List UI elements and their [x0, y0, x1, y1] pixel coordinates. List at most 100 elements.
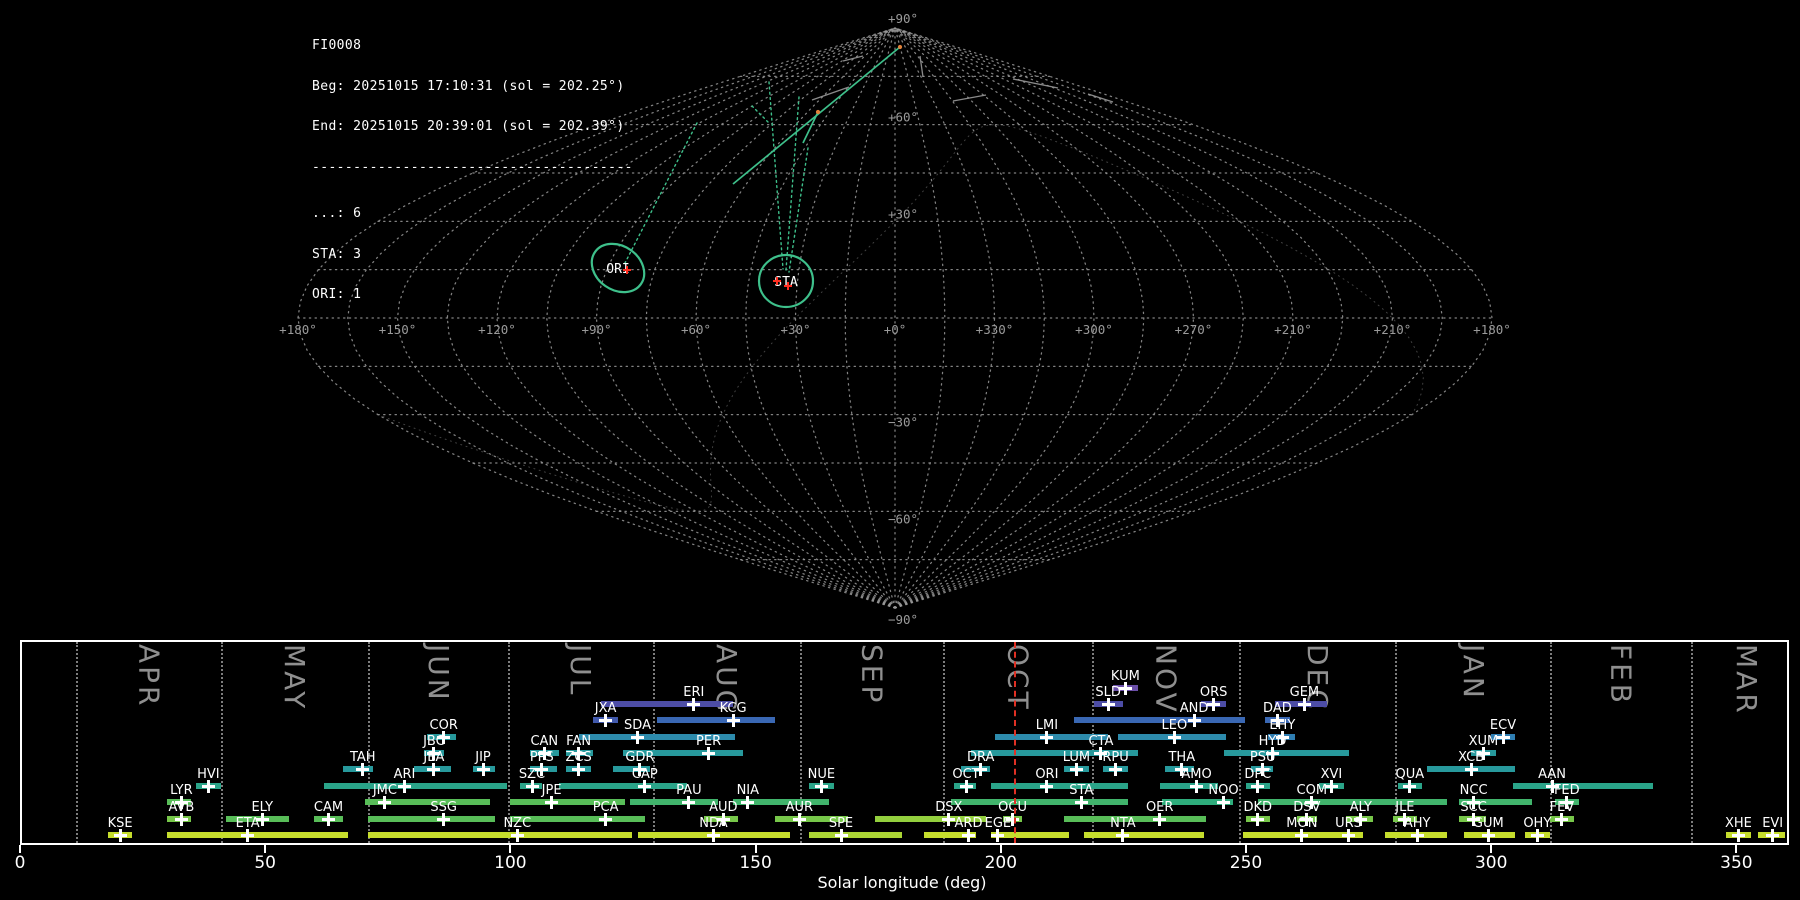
shower-meteor-track	[786, 97, 799, 270]
shower-label-NTA: NTA	[1088, 816, 1158, 831]
shower-label-AAN: AAN	[1517, 767, 1587, 782]
shower-bar-SPE	[809, 832, 902, 838]
shower-label-AVB: AVB	[146, 800, 216, 815]
shower-label-NIA: NIA	[713, 783, 783, 798]
shower-label-XCB: XCB	[1436, 750, 1506, 765]
shower-label-FAN: FAN	[544, 734, 614, 749]
shower-label-TAH: TAH	[328, 750, 398, 765]
shower-label-OER: OER	[1125, 800, 1195, 815]
month-label-MAY: MAY	[278, 644, 311, 711]
axis-tick-label-250: 250	[1216, 853, 1276, 873]
axis-tick-label-50: 50	[235, 853, 295, 873]
month-label-OCT: OCT	[1002, 644, 1035, 712]
shower-label-DPC: DPC	[1223, 767, 1293, 782]
month-separator-APR	[76, 642, 78, 843]
map-latitude-label: +30°	[888, 206, 918, 221]
axis-tick-300	[1490, 845, 1492, 853]
month-label-JAN: JAN	[1457, 644, 1490, 701]
info-station-id: FI0008	[312, 39, 633, 53]
shower-label-KUM: KUM	[1090, 669, 1160, 684]
axis-tick-label-200: 200	[971, 853, 1031, 873]
month-label-JUL: JUL	[564, 644, 597, 697]
info-ori-count: ORI: 1	[312, 288, 633, 302]
shower-label-RPU: RPU	[1081, 750, 1151, 765]
map-longitude-label: +60°	[681, 322, 711, 337]
shower-label-COR: COR	[409, 718, 479, 733]
shower-label-DRA: DRA	[946, 750, 1016, 765]
map-latitude-label: +60°	[888, 110, 918, 125]
sporadic-meteor-track	[920, 56, 923, 77]
shower-label-SSG: SSG	[409, 800, 479, 815]
map-longitude-label: +270°	[1175, 322, 1213, 337]
shower-label-AND: AND	[1159, 701, 1229, 716]
shower-label-SLD: SLD	[1073, 685, 1143, 700]
month-separator-AUG	[653, 642, 655, 843]
month-separator-MAY	[221, 642, 223, 843]
app-root: +90°+60°+30°−30°−60°−90°+180°+150°+120°+…	[0, 0, 1800, 900]
axis-tick-100	[509, 845, 511, 853]
axis-tick-250	[1245, 845, 1247, 853]
month-label-MAR: MAR	[1730, 644, 1763, 716]
shower-bar-ETA	[167, 832, 348, 838]
shower-label-EHY: EHY	[1247, 718, 1317, 733]
shower-label-KSE: KSE	[85, 816, 155, 831]
map-latitude-label: −60°	[888, 511, 918, 526]
shower-label-NOO: NOO	[1189, 783, 1259, 798]
map-longitude-label: +180°	[1473, 322, 1511, 337]
axis-tick-label-0: 0	[0, 853, 50, 873]
map-latitude-label: −30°	[888, 415, 918, 430]
info-separator: ---------------------------------------	[312, 161, 633, 175]
shower-bar-NZC	[368, 832, 633, 838]
shower-label-AMO: AMO	[1162, 767, 1232, 782]
meteor-begin-point	[898, 45, 902, 49]
month-separator-MAR	[1691, 642, 1693, 843]
month-label-SEP: SEP	[855, 644, 888, 705]
shower-label-ECV: ECV	[1468, 718, 1538, 733]
shower-label-URS: URS	[1314, 816, 1384, 831]
sporadic-meteor-track	[953, 95, 986, 101]
shower-label-JBC: JBC	[399, 734, 469, 749]
map-latitude-label: −90°	[888, 612, 918, 627]
shower-label-ELY: ELY	[227, 800, 297, 815]
shower-label-SCC: SCC	[1439, 800, 1509, 815]
shower-label-LYR: LYR	[146, 783, 216, 798]
axis-tick-label-100: 100	[480, 853, 540, 873]
axis-tick-label-350: 350	[1706, 853, 1766, 873]
shower-label-JMC: JMC	[350, 783, 420, 798]
shower-bar-NTA	[1084, 832, 1204, 838]
info-sporadic-count: ...: 6	[312, 207, 633, 221]
sporadic-meteor-track	[1088, 94, 1113, 102]
shower-label-HYD: HYD	[1238, 734, 1308, 749]
shower-label-QUA: QUA	[1375, 767, 1445, 782]
shower-meteor-track	[752, 106, 770, 124]
shower-label-JLE: JLE	[1370, 800, 1440, 815]
shower-label-LEO: LEO	[1139, 718, 1209, 733]
map-longitude-label: +30°	[780, 322, 810, 337]
shower-label-AUR: AUR	[764, 800, 834, 815]
info-end-time: End: 20251015 20:39:01 (sol = 202.39°)	[312, 120, 633, 134]
shower-bar-KCG	[657, 717, 775, 723]
shower-label-SDA: SDA	[603, 718, 673, 733]
shower-label-EGE: EGE	[963, 816, 1033, 831]
shower-meteor-track	[769, 82, 783, 269]
meteor-begin-point	[816, 110, 820, 114]
shower-label-OCT: OCT	[931, 767, 1001, 782]
shower-label-XVI: XVI	[1296, 767, 1366, 782]
axis-tick-200	[1000, 845, 1002, 853]
map-longitude-label: +210°	[1274, 322, 1312, 337]
shower-label-EVI: EVI	[1738, 816, 1789, 831]
shower-label-NZC: NZC	[482, 816, 552, 831]
shower-label-DSX: DSX	[914, 800, 984, 815]
shower-label-ETA: ETA	[213, 816, 283, 831]
shower-label-ERI: ERI	[659, 685, 729, 700]
activity-timeline: APRMAYJUNJULAUGSEPOCTNOVDECJANFEBMARKUME…	[20, 640, 1789, 845]
shower-label-SZC: SZC	[497, 767, 567, 782]
shower-label-KCG: KCG	[698, 701, 768, 716]
shower-label-HVI: HVI	[173, 767, 243, 782]
shower-label-CAP: CAP	[610, 767, 680, 782]
current-solar-longitude-line	[1014, 642, 1016, 843]
map-longitude-label: +300°	[1075, 322, 1113, 337]
shower-label-PER: PER	[674, 734, 744, 749]
shower-label-FEV: FEV	[1527, 800, 1597, 815]
map-grid-meridian	[746, 28, 895, 608]
